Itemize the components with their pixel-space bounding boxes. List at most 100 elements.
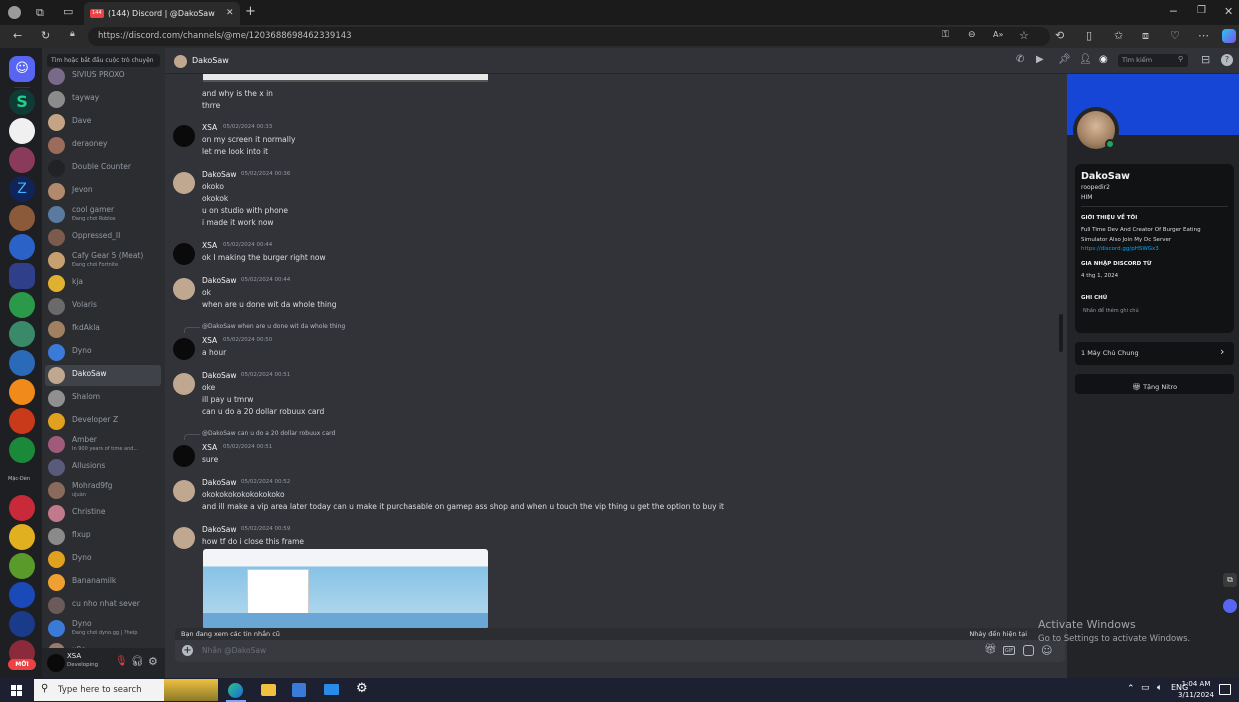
store-icon[interactable]	[292, 683, 306, 697]
avatar[interactable]	[173, 480, 195, 502]
dm-item[interactable]: Dave	[45, 112, 161, 133]
new-tab-icon[interactable]: +	[245, 5, 256, 18]
extensions-icon[interactable]: ⟲	[1055, 30, 1064, 41]
read-aloud-icon[interactable]: A»	[993, 31, 1003, 39]
refresh-icon[interactable]: ↻	[41, 30, 50, 41]
emoji-icon[interactable]: ☺	[1041, 644, 1052, 657]
avatar[interactable]	[173, 338, 195, 360]
message-author[interactable]: DakoSaw	[202, 525, 237, 534]
dm-item[interactable]: fkdAkla	[45, 319, 161, 340]
dm-item[interactable]: Volaris	[45, 296, 161, 317]
avatar[interactable]	[173, 373, 195, 395]
gift-nitro-button[interactable]: 🎁︎ Tặng Nitro	[1075, 374, 1234, 394]
server-icon[interactable]	[9, 495, 35, 521]
jump-to-present-button[interactable]: Nhảy đến hiện tại	[969, 628, 1027, 640]
gear-icon[interactable]: ⚙	[148, 655, 158, 668]
dm-item[interactable]: Christine	[45, 503, 161, 524]
server-icon[interactable]	[9, 553, 35, 579]
image-attachment[interactable]	[203, 549, 488, 629]
reply-preview[interactable]: @DakoSaw when are u done wit da whole th…	[202, 323, 345, 330]
video-call-icon[interactable]: ▶	[1036, 54, 1044, 65]
split-screen-icon[interactable]: ▯	[1086, 30, 1092, 41]
edge-taskbar-icon[interactable]	[228, 683, 243, 698]
dm-item[interactable]: cool gamer Đang chơi Roblox	[45, 204, 161, 225]
reply-preview[interactable]: @DakoSaw can u do a 20 dollar robuux car…	[202, 430, 335, 437]
avatar[interactable]	[173, 278, 195, 300]
favorites-icon[interactable]: ✩	[1114, 30, 1123, 41]
taskbar-clock-date[interactable]: 3/11/2024	[1173, 691, 1219, 699]
taskbar-clock-time[interactable]: 1:04 AM	[1176, 680, 1216, 688]
message-author[interactable]: DakoSaw	[202, 170, 237, 179]
profile-avatar-icon[interactable]	[8, 6, 21, 19]
file-explorer-icon[interactable]	[261, 684, 276, 696]
notifications-icon[interactable]	[1219, 684, 1231, 695]
dm-item[interactable]: Double Counter	[45, 158, 161, 179]
dm-item[interactable]: DakoSaw	[45, 365, 161, 386]
avatar[interactable]	[47, 654, 65, 672]
gift-icon[interactable]: 🎁︎	[984, 644, 997, 655]
message-input[interactable]: Nhắn @DakoSaw	[202, 646, 266, 655]
scrollbar[interactable]	[1059, 314, 1063, 352]
avatar[interactable]	[173, 125, 195, 147]
dm-item[interactable]: Developer Z	[45, 411, 161, 432]
avatar[interactable]	[173, 243, 195, 265]
server-icon[interactable]: S	[9, 89, 35, 115]
profile-avatar[interactable]	[1073, 107, 1119, 153]
message-author[interactable]: DakoSaw	[202, 371, 237, 380]
server-icon[interactable]	[9, 350, 35, 376]
dm-item[interactable]: tayway	[45, 89, 161, 110]
image-attachment[interactable]	[203, 74, 488, 82]
server-icon[interactable]	[9, 524, 35, 550]
workspaces-icon[interactable]: ⧉	[36, 7, 44, 18]
network-icon[interactable]: ▭	[1141, 683, 1150, 693]
server-icon[interactable]: Z	[9, 176, 35, 202]
dm-item[interactable]: Bananamilk	[45, 572, 161, 593]
message-author[interactable]: DakoSaw	[202, 276, 237, 285]
back-icon[interactable]: ←	[13, 30, 22, 41]
dm-item[interactable]: SIVIUS PROXO	[45, 66, 161, 87]
message-author[interactable]: XSA	[202, 123, 217, 132]
mail-icon[interactable]	[324, 684, 339, 695]
avatar[interactable]	[173, 527, 195, 549]
server-icon[interactable]	[9, 437, 35, 463]
sticker-icon[interactable]	[1023, 645, 1034, 656]
favorite-star-icon[interactable]: ☆	[1019, 30, 1029, 41]
dm-item[interactable]: Shalom	[45, 388, 161, 409]
server-icon[interactable]	[9, 234, 35, 260]
dm-item[interactable]: deraoney	[45, 135, 161, 156]
gif-icon[interactable]: GIF	[1003, 646, 1015, 655]
dm-item[interactable]: Allusions	[45, 457, 161, 478]
message-author[interactable]: XSA	[202, 443, 217, 452]
menu-icon[interactable]: ⋯	[1198, 30, 1209, 41]
dm-item[interactable]: Dyno	[45, 342, 161, 363]
dm-item[interactable]: Oppressed_II	[45, 227, 161, 248]
tray-chevron-up-icon[interactable]: ⌃	[1127, 684, 1135, 694]
add-attachment-icon[interactable]: +	[182, 645, 193, 656]
server-icon[interactable]	[9, 379, 35, 405]
discord-sidebar-icon[interactable]	[1223, 599, 1237, 613]
url-field[interactable]: https://discord.com/channels/@me/1203688…	[88, 27, 1050, 46]
message-author[interactable]: DakoSaw	[202, 478, 237, 487]
user-profile-toggle-icon[interactable]: ◉	[1099, 54, 1108, 65]
server-icon[interactable]	[9, 408, 35, 434]
server-icon[interactable]	[9, 147, 35, 173]
dm-item[interactable]: Jevon	[45, 181, 161, 202]
server-icon[interactable]	[9, 611, 35, 637]
avatar[interactable]	[173, 172, 195, 194]
header-search-input[interactable]: Tìm kiếm ⚲	[1118, 54, 1188, 67]
volume-icon[interactable]: 🔈︎	[1157, 683, 1162, 693]
dm-item[interactable]: cu nho nhat sever	[45, 595, 161, 616]
server-icon[interactable]	[9, 205, 35, 231]
server-icon[interactable]	[9, 118, 35, 144]
mutual-servers-button[interactable]: 1 Máy Chủ Chung ›	[1075, 342, 1234, 365]
taskbar-search-input[interactable]: ⚲ Type here to search	[34, 679, 218, 701]
close-window-icon[interactable]: ✕	[1224, 6, 1233, 17]
restore-icon[interactable]: ❐	[1197, 6, 1206, 16]
mute-mic-icon[interactable]: 🎙︎	[115, 656, 128, 667]
direct-messages-home-icon[interactable]: ☺	[9, 56, 35, 82]
dm-item[interactable]: Mohrad9fg ưjuàn	[45, 480, 161, 501]
tab-actions-icon[interactable]: ▭	[63, 6, 73, 17]
close-tab-icon[interactable]: ✕	[226, 2, 234, 25]
about-link[interactable]: https://discord.gg/pHSWGx3	[1081, 246, 1159, 252]
collections-icon[interactable]: ⧈	[1142, 30, 1149, 41]
